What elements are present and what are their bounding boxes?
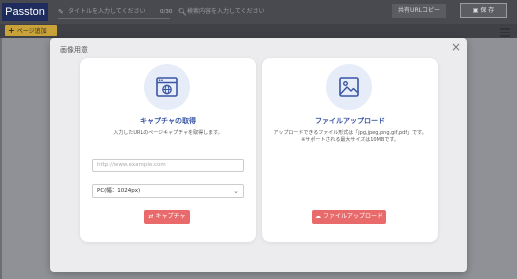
modal-title: 画像用意 xyxy=(60,46,88,54)
title-char-count: 0/30 xyxy=(160,9,173,15)
sub-toolbar xyxy=(0,24,517,38)
swap-icon: ⇄ xyxy=(148,213,154,220)
upload-description-line2: ※サポートされる最大サイズは10MBです。 xyxy=(301,137,399,143)
capture-description: 入力したURLのページキャプチャを取得します。 xyxy=(113,130,223,136)
image-icon xyxy=(326,64,372,110)
browser-globe-icon xyxy=(144,64,190,110)
file-upload-button-label: ファイルアップロード xyxy=(322,213,383,220)
cloud-upload-icon: ☁ xyxy=(315,213,322,220)
plus-icon: + xyxy=(8,26,15,35)
save-icon: ▣ xyxy=(472,7,479,14)
upload-card: ファイルアップロード アップロードできるファイル形式は「jpg,jpeg,png… xyxy=(262,58,438,242)
title-input[interactable]: ✎ タイトルを入力してください xyxy=(58,5,170,19)
capture-title: キャプチャの取得 xyxy=(140,117,196,125)
url-input[interactable]: http://www.example.com xyxy=(92,159,244,172)
capture-card: キャプチャの取得 入力したURLのページキャプチャを取得します。 http://… xyxy=(80,58,256,242)
search-input[interactable]: 🔍︎ 検索内容を入力してください xyxy=(178,5,290,19)
title-placeholder: タイトルを入力してください xyxy=(68,8,146,15)
page-add-label: ページ追加 xyxy=(16,28,47,35)
upload-title: ファイルアップロード xyxy=(315,117,385,125)
page-add-button[interactable]: + ページ追加 xyxy=(5,25,57,36)
save-button[interactable]: ▣ 保 存 xyxy=(460,3,507,18)
capture-button-label: キャプチャ xyxy=(155,213,186,220)
upload-description-line1: アップロードできるファイル形式は「jpg,jpeg,png,gif,pdf」です… xyxy=(273,130,427,136)
search-placeholder: 検索内容を入力してください xyxy=(187,8,265,15)
app-logo: Passton xyxy=(2,3,48,21)
close-icon[interactable]: × xyxy=(451,40,461,54)
image-prep-modal: 画像用意 × キャプチャの取得 入力したURLのページキャプチャを取得します。 … xyxy=(50,38,467,272)
search-icon: 🔍︎ xyxy=(178,8,187,16)
device-size-select[interactable]: PC(幅：1024px) ⌄ xyxy=(92,184,244,198)
chevron-down-icon: ⌄ xyxy=(233,187,239,195)
left-edge xyxy=(0,38,2,279)
hamburger-menu-icon[interactable] xyxy=(500,28,510,38)
pencil-icon: ✎ xyxy=(58,8,64,16)
file-upload-button[interactable]: ☁ ファイルアップロード xyxy=(312,210,386,224)
upload-description: アップロードできるファイル形式は「jpg,jpeg,png,gif,pdf」です… xyxy=(262,130,438,144)
share-url-copy-button[interactable]: 共有URLコピー xyxy=(392,4,446,18)
device-size-value: PC(幅：1024px) xyxy=(97,188,141,194)
top-bar: Passton ✎ タイトルを入力してください 0/30 🔍︎ 検索内容を入力し… xyxy=(0,0,517,24)
save-label: 保 存 xyxy=(480,7,495,14)
capture-button[interactable]: ⇄ キャプチャ xyxy=(144,210,190,224)
